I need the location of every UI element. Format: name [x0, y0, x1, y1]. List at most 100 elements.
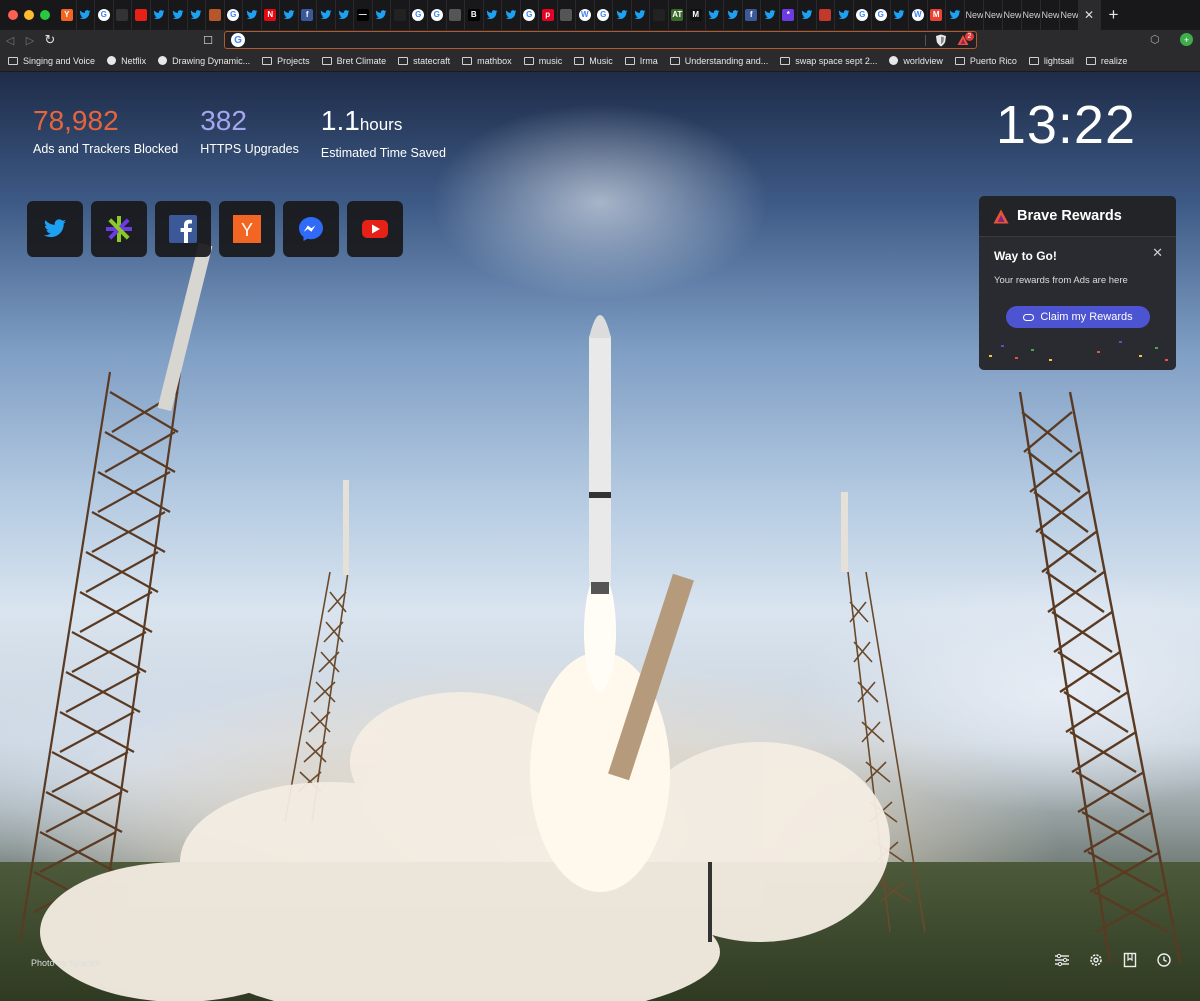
reload-button[interactable]: ↻ — [40, 32, 60, 48]
top-site-youtube[interactable] — [347, 201, 403, 257]
notification-close-button[interactable]: ✕ — [1152, 245, 1163, 261]
address-bar[interactable]: G 2 — [224, 31, 977, 49]
top-site-facebook[interactable] — [155, 201, 211, 257]
top-site-etrade[interactable] — [91, 201, 147, 257]
bookmarks-button[interactable] — [1120, 950, 1140, 970]
browser-tab[interactable] — [280, 0, 299, 30]
browser-tab[interactable] — [817, 0, 835, 30]
active-tab[interactable]: ✕ — [1078, 0, 1101, 30]
bookmark-item[interactable]: statecraft — [398, 56, 450, 66]
browser-tab[interactable] — [558, 0, 576, 30]
browser-tab[interactable]: G — [225, 0, 243, 30]
browser-tab[interactable]: G — [95, 0, 114, 30]
new-tab-button[interactable]: + — [1101, 5, 1127, 25]
browser-tab[interactable]: f — [299, 0, 317, 30]
browser-tab[interactable] — [132, 0, 151, 30]
browser-tab[interactable] — [77, 0, 95, 30]
browser-tab[interactable] — [373, 0, 391, 30]
browser-tab[interactable] — [114, 0, 132, 30]
browser-tab[interactable]: AT — [669, 0, 687, 30]
browser-tab[interactable] — [317, 0, 336, 30]
browser-tab[interactable]: B — [465, 0, 484, 30]
browser-tab[interactable] — [188, 0, 206, 30]
browser-tab[interactable] — [206, 0, 225, 30]
browser-tab-new-tab[interactable]: New — [1060, 0, 1079, 30]
extension-box-icon[interactable]: ⬡ — [1150, 33, 1160, 46]
browser-tab[interactable]: G — [595, 0, 613, 30]
browser-tab[interactable] — [761, 0, 780, 30]
close-window-button[interactable] — [8, 10, 18, 20]
bookmark-item[interactable]: Puerto Rico — [954, 56, 1017, 66]
bookmark-item[interactable]: Projects — [262, 56, 310, 66]
browser-tab[interactable] — [243, 0, 262, 30]
top-site-messenger[interactable] — [283, 201, 339, 257]
browser-tab[interactable]: G — [410, 0, 428, 30]
browser-tab[interactable] — [632, 0, 650, 30]
forward-button[interactable]: ▷ — [20, 34, 40, 47]
browser-tab[interactable] — [650, 0, 669, 30]
bookmark-item[interactable]: Netflix — [107, 56, 146, 66]
browser-tab[interactable]: G — [854, 0, 872, 30]
bookmark-item[interactable]: swap space sept 2... — [780, 56, 877, 66]
bookmark-item[interactable]: music — [523, 56, 562, 66]
browser-tab[interactable] — [447, 0, 465, 30]
browser-tab[interactable]: N — [262, 0, 280, 30]
brave-rewards-toolbar-button[interactable]: 2 — [957, 32, 974, 47]
browser-tab[interactable]: G — [872, 0, 891, 30]
browser-tab[interactable]: * — [780, 0, 798, 30]
customize-button[interactable] — [1052, 950, 1072, 970]
minimize-window-button[interactable] — [24, 10, 34, 20]
browser-tab[interactable] — [946, 0, 965, 30]
bookmark-item[interactable]: Irma — [624, 56, 658, 66]
close-tab-icon[interactable]: ✕ — [1084, 8, 1094, 22]
browser-tab[interactable] — [169, 0, 188, 30]
history-button[interactable] — [1154, 950, 1174, 970]
settings-button[interactable] — [1086, 950, 1106, 970]
back-button[interactable]: ◁ — [0, 34, 20, 47]
browser-tab-new-tab[interactable]: New — [1022, 0, 1041, 30]
browser-tab[interactable] — [798, 0, 817, 30]
browser-tab[interactable]: f — [743, 0, 761, 30]
browser-tab-new-tab[interactable]: New — [1003, 0, 1022, 30]
photo-credit[interactable]: Photo by SpaceX — [31, 958, 101, 968]
browser-tab[interactable] — [706, 0, 724, 30]
top-site-ycombinator[interactable]: Y — [219, 201, 275, 257]
browser-tab[interactable] — [484, 0, 502, 30]
browser-tab[interactable]: M — [928, 0, 946, 30]
bookmark-item[interactable]: Bret Climate — [321, 56, 386, 66]
bookmark-item[interactable]: mathbox — [462, 56, 512, 66]
browser-tab-new-tab[interactable]: New — [1041, 0, 1060, 30]
browser-tab[interactable]: M — [687, 0, 706, 30]
browser-tab[interactable]: W — [909, 0, 928, 30]
bookmark-item[interactable]: worldview — [889, 56, 943, 66]
browser-tab[interactable] — [502, 0, 521, 30]
browser-tab[interactable] — [151, 0, 169, 30]
browser-tab[interactable] — [336, 0, 354, 30]
browser-tab[interactable]: Y — [58, 0, 77, 30]
bookmark-item[interactable]: realize — [1085, 56, 1127, 66]
bookmark-item[interactable]: Understanding and... — [669, 56, 768, 66]
browser-tab-new-tab[interactable]: New — [984, 0, 1003, 30]
browser-tab[interactable]: G — [428, 0, 447, 30]
extension-plus-icon[interactable]: + — [1180, 33, 1193, 46]
browser-tab[interactable] — [613, 0, 632, 30]
bookmark-item[interactable]: Music — [574, 56, 613, 66]
bookmark-item[interactable]: Singing and Voice — [8, 56, 95, 66]
tab-title: New — [965, 10, 983, 20]
browser-tab-new-tab[interactable]: New — [965, 0, 984, 30]
browser-tab[interactable]: G — [521, 0, 539, 30]
zoom-window-button[interactable] — [40, 10, 50, 20]
bookmark-page-button[interactable]: ☐ — [198, 34, 218, 47]
browser-tab[interactable]: p — [539, 0, 558, 30]
top-site-twitter[interactable] — [27, 201, 83, 257]
claim-rewards-button[interactable]: Claim my Rewards — [1006, 306, 1150, 328]
bookmark-item[interactable]: Drawing Dynamic... — [158, 56, 250, 66]
browser-tab[interactable]: — — [354, 0, 373, 30]
brave-shields-icon[interactable] — [935, 34, 947, 47]
browser-tab[interactable] — [891, 0, 909, 30]
browser-tab[interactable] — [724, 0, 743, 30]
browser-tab[interactable] — [835, 0, 854, 30]
browser-tab[interactable] — [391, 0, 410, 30]
bookmark-item[interactable]: lightsail — [1028, 56, 1074, 66]
browser-tab[interactable]: W — [576, 0, 595, 30]
